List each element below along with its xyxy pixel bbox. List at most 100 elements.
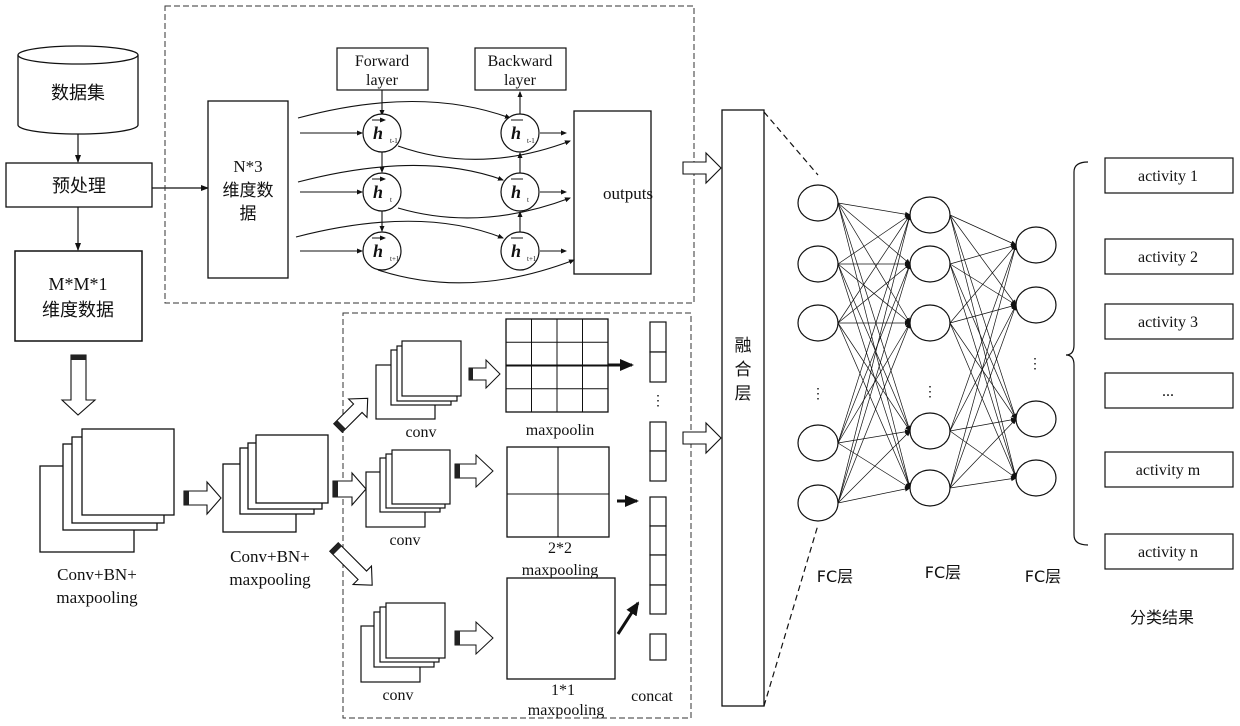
fc-layer-label-2: FC层	[925, 563, 961, 582]
activity-class-box: ...	[1104, 372, 1234, 409]
fc-edge	[837, 263, 911, 444]
outputs-box: outputs	[573, 110, 653, 275]
conv-label-2: conv	[389, 532, 420, 549]
fc-edge	[837, 202, 911, 324]
backward-node-subscript: t-1	[527, 137, 535, 145]
pool-label-4x4: maxpoolin	[526, 422, 594, 439]
fc-edge	[837, 429, 911, 444]
hollow-down-arrow	[60, 354, 97, 416]
mm-data-label-line1: M*M*1	[48, 274, 107, 294]
stage1-label-line1: Conv+BN+	[57, 565, 137, 584]
activity-class-box: activity 1	[1104, 157, 1234, 194]
backward-hidden-node: h t-1	[500, 113, 540, 153]
backward-layer-line1: Backward	[488, 53, 553, 70]
fc-edge	[837, 214, 911, 444]
fc-edge	[949, 476, 1017, 489]
activity-label: activity 1	[1138, 168, 1198, 185]
fc-edge	[837, 202, 911, 217]
stage2-label-line1: Conv+BN+	[230, 547, 310, 566]
backward-hidden-node: ht	[500, 172, 540, 212]
backward-node-subscript: t	[527, 196, 529, 204]
backward-node-subscript: t+1	[527, 255, 537, 263]
conv-stack-2: conv	[365, 449, 451, 549]
forward-node-subscript: t+1	[390, 255, 400, 263]
backward-node-symbol: h	[511, 182, 521, 202]
activity-label: activity 2	[1138, 249, 1198, 266]
backward-layer-line2: layer	[504, 72, 537, 89]
forward-node-symbol: h	[373, 123, 383, 143]
arrow-pool1-to-concat	[616, 601, 640, 635]
pool-grid-2x2	[506, 446, 610, 538]
hollow-arrow-conv-to-pool-3	[454, 620, 494, 656]
dataset-label: 数据集	[51, 83, 105, 104]
stage2-feature-maps: Conv+BN+ maxpooling	[222, 434, 329, 589]
fc-edge	[837, 214, 912, 504]
stage1-feature-maps: Conv+BN+ maxpooling	[39, 428, 175, 607]
forward-node-subscript: t-1	[390, 137, 398, 145]
activity-label: activity n	[1138, 544, 1198, 561]
fc-edge	[949, 214, 1017, 420]
fusion-layer: 融 合 层	[721, 109, 765, 707]
hollow-arrow-bilstm-to-fusion	[682, 151, 722, 185]
fc3-neuron	[1015, 286, 1057, 324]
fc-edge	[837, 214, 911, 265]
forward-node-symbol: h	[373, 182, 383, 202]
pool-label-2x2-line1: 2*2	[548, 540, 572, 557]
pool-label-2x2-line2: maxpooling	[522, 562, 598, 579]
pool-grid-4x4	[505, 318, 609, 413]
conv-stack-1: conv	[375, 340, 462, 441]
fusion-expand-line-top	[763, 111, 819, 176]
fc-nodes	[797, 184, 1057, 522]
fc2-neuron	[909, 304, 951, 342]
fc-edge	[949, 303, 1017, 324]
concat-cell	[649, 450, 667, 482]
concat-cell	[649, 496, 667, 527]
fc2-neuron	[909, 469, 951, 507]
fc-edge	[837, 322, 911, 432]
fc-edge	[837, 202, 911, 432]
forward-node-symbol: h	[373, 241, 383, 261]
concat-cell	[649, 525, 667, 556]
fc-edge	[949, 244, 1018, 489]
n3-data-box: N*3 维度数 据	[207, 100, 289, 279]
fc1-ellipsis: ⋮	[811, 387, 825, 402]
backward-node-symbol: h	[511, 241, 521, 261]
concat-cell	[649, 321, 667, 353]
fc-edge	[949, 244, 1017, 324]
activity-label: ...	[1162, 383, 1174, 400]
concat-cell	[649, 584, 667, 615]
activity-class-box: activity 3	[1104, 303, 1234, 340]
outputs-label: outputs	[603, 184, 653, 203]
hollow-arrow-conv-to-pool-2	[454, 453, 494, 489]
fc-layer-label-1: FC层	[817, 567, 853, 586]
fc2-ellipsis: ⋮	[923, 385, 937, 400]
fc3-ellipsis: ⋮	[1028, 357, 1042, 372]
mm-data-label-line2: 维度数据	[42, 300, 114, 321]
concat-vector: ⋮	[649, 321, 667, 661]
concat-label: concat	[631, 688, 673, 705]
forward-layer-line1: Forward	[355, 53, 409, 70]
activity-label: activity 3	[1138, 314, 1198, 331]
concat-cell	[649, 351, 667, 383]
forward-hidden-node: h t-1	[362, 113, 402, 153]
fc-edge	[837, 486, 911, 504]
fc-edge	[837, 202, 912, 489]
stage1-label-line2: maxpooling	[56, 588, 138, 607]
preprocess-label: 预处理	[52, 176, 106, 197]
fc-edge	[837, 202, 911, 265]
forward-hidden-node: ht	[362, 172, 402, 212]
fc-edge	[949, 304, 1017, 432]
activity-class-box: activity n	[1104, 533, 1234, 570]
fc3-neuron	[1015, 226, 1057, 264]
hollow-arrow-conv-to-pool-1	[468, 358, 501, 390]
fusion-expand-line-bottom	[763, 524, 819, 707]
fc-edge	[837, 214, 911, 324]
activity-label: activity m	[1136, 462, 1201, 479]
output-brace	[1065, 161, 1089, 546]
branch-arrow-up	[332, 397, 369, 434]
fusion-label-char-3: 层	[735, 384, 752, 404]
fc1-neuron	[797, 424, 839, 462]
backward-layer-box: Backward layer	[474, 47, 567, 91]
pool-label-1x1-line1: 1*1	[551, 682, 575, 699]
forward-hidden-node: h t+1	[362, 231, 402, 271]
